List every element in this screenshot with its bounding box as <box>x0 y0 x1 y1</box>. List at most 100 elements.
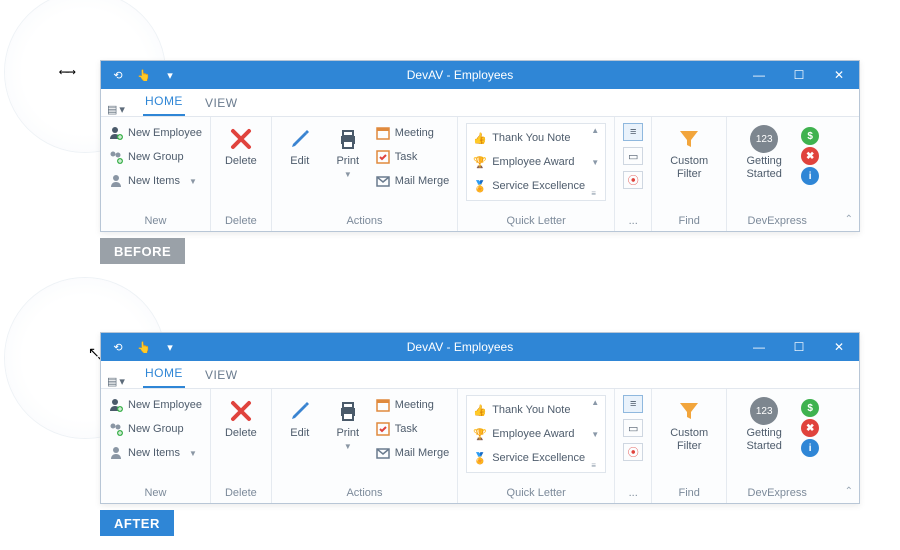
new-items-button[interactable]: New Items ▼ <box>109 171 202 191</box>
quickletter-gallery[interactable]: 👍Thank You Note 🏆Employee Award 🏅Service… <box>466 395 606 473</box>
gallery-expand-icon[interactable]: ≡ <box>591 189 603 198</box>
scroll-up-icon[interactable]: ▲ <box>591 126 603 135</box>
task-check-icon <box>376 422 390 436</box>
layout-icon[interactable]: ▤ <box>107 375 117 388</box>
task-button[interactable]: Task <box>376 419 449 439</box>
card-icon: ▭ <box>628 422 638 435</box>
group-add-icon <box>109 150 123 164</box>
tab-view[interactable]: VIEW <box>203 92 240 116</box>
scroll-down-icon[interactable]: ▼ <box>591 430 603 439</box>
group-quickletter: 👍Thank You Note 🏆Employee Award 🏅Service… <box>458 389 615 503</box>
window-title: DevAV - Employees <box>181 340 739 354</box>
chevron-down-icon[interactable]: ▾ <box>119 375 125 388</box>
pencil-icon <box>286 125 314 153</box>
print-button[interactable]: Print▼ <box>328 123 368 182</box>
getting-started-button[interactable]: 123Getting Started <box>735 395 793 454</box>
close-button[interactable]: ✕ <box>819 61 859 89</box>
list-icon: ≡ <box>630 126 636 138</box>
delete-x-icon <box>227 125 255 153</box>
badge-123-icon: 123 <box>750 397 778 425</box>
meeting-button[interactable]: Meeting <box>376 123 449 143</box>
service-excellence[interactable]: 🏅Service Excellence <box>473 176 587 196</box>
quickletter-gallery[interactable]: 👍Thank You Note 🏆Employee Award 🏅Service… <box>466 123 606 201</box>
custom-filter-button[interactable]: Custom Filter <box>660 395 718 454</box>
thank-you-note[interactable]: 👍Thank You Note <box>473 128 587 148</box>
employee-award[interactable]: 🏆Employee Award <box>473 152 587 172</box>
getting-started-button[interactable]: 123 Getting Started <box>735 123 793 182</box>
maximize-button[interactable]: ☐ <box>779 61 819 89</box>
service-excellence[interactable]: 🏅Service Excellence <box>473 448 587 468</box>
new-employee-button[interactable]: New Employee <box>109 395 202 415</box>
group-actions-label: Actions <box>346 211 382 231</box>
tab-view[interactable]: VIEW <box>203 364 240 388</box>
new-items-label: New Items <box>128 175 180 187</box>
trophy-icon: 🏆 <box>473 427 487 441</box>
edit-button[interactable]: Edit <box>280 123 320 170</box>
group-delete-label: Delete <box>225 211 257 231</box>
new-group-button[interactable]: New Group <box>109 147 202 167</box>
meeting-label: Meeting <box>395 127 434 139</box>
touch-mode-icon[interactable]: 👆 <box>133 65 155 85</box>
gallery-expand-icon[interactable]: ≡ <box>591 461 603 470</box>
collapse-ribbon-icon[interactable]: ⌃ <box>845 486 853 497</box>
layout-icon[interactable]: ▤ <box>107 103 117 116</box>
minimize-button[interactable]: — <box>739 61 779 89</box>
scroll-down-icon[interactable]: ▼ <box>591 158 603 167</box>
view-card-button[interactable]: ▭ <box>623 147 643 165</box>
support-icon[interactable]: $ <box>801 127 819 145</box>
badge-123-icon: 123 <box>750 125 778 153</box>
mailmerge-button[interactable]: Mail Merge <box>376 171 449 191</box>
group-quickletter: 👍Thank You Note 🏆Employee Award 🏅Service… <box>458 117 615 231</box>
view-card-button[interactable]: ▭ <box>623 419 643 437</box>
task-button[interactable]: Task <box>376 147 449 167</box>
back-icon[interactable]: ⟲ <box>107 65 129 85</box>
delete-button[interactable]: Delete <box>219 123 263 170</box>
delete-button[interactable]: Delete <box>219 395 263 442</box>
badge-after: AFTER <box>100 510 174 536</box>
employee-award[interactable]: 🏆Employee Award <box>473 424 587 444</box>
view-list-button[interactable]: ≡ <box>623 123 643 141</box>
new-items-button[interactable]: New Items▼ <box>109 443 202 463</box>
feedback-icon[interactable]: ✖ <box>801 419 819 437</box>
tab-home[interactable]: HOME <box>143 362 185 388</box>
custom-filter-button[interactable]: Custom Filter <box>660 123 718 182</box>
view-list-button[interactable]: ≡ <box>623 395 643 413</box>
person-add-icon <box>109 126 123 140</box>
info-icon[interactable]: i <box>801 439 819 457</box>
group-quickletter-label: Quick Letter <box>507 211 566 231</box>
edit-button[interactable]: Edit <box>280 395 320 442</box>
maximize-button[interactable]: ☐ <box>779 333 819 361</box>
back-icon[interactable]: ⟲ <box>107 337 129 357</box>
close-button[interactable]: ✕ <box>819 333 859 361</box>
collapse-ribbon-icon[interactable]: ⌃ <box>845 214 853 225</box>
feedback-icon[interactable]: ✖ <box>801 147 819 165</box>
support-icon[interactable]: $ <box>801 399 819 417</box>
qat-dropdown-icon[interactable]: ▾ <box>159 337 181 357</box>
calendar-icon <box>376 398 390 412</box>
pin-icon: ⦿ <box>628 444 639 460</box>
view-map-button[interactable]: ⦿ <box>623 443 643 461</box>
group-new: New Employee New Group New Items ▼ New <box>101 117 211 231</box>
new-employee-button[interactable]: New Employee <box>109 123 202 143</box>
thank-you-note[interactable]: 👍Thank You Note <box>473 400 587 420</box>
qat-dropdown-icon[interactable]: ▾ <box>159 65 181 85</box>
chevron-down-icon[interactable]: ▾ <box>119 103 125 116</box>
info-icon[interactable]: i <box>801 167 819 185</box>
minimize-button[interactable]: — <box>739 333 779 361</box>
group-ellipsis-label: ... <box>629 211 638 231</box>
scroll-up-icon[interactable]: ▲ <box>591 398 603 407</box>
print-button[interactable]: Print▼ <box>328 395 368 454</box>
task-check-icon <box>376 150 390 164</box>
ribbon-tabs: ▤▾ HOME VIEW <box>101 89 859 117</box>
group-find: Custom Filter Find <box>652 389 727 503</box>
card-icon: ▭ <box>628 150 638 163</box>
view-map-button[interactable]: ⦿ <box>623 171 643 189</box>
new-group-button[interactable]: New Group <box>109 419 202 439</box>
meeting-button[interactable]: Meeting <box>376 395 449 415</box>
tab-home[interactable]: HOME <box>143 90 185 116</box>
mailmerge-button[interactable]: Mail Merge <box>376 443 449 463</box>
group-new: New Employee New Group New Items▼ New <box>101 389 211 503</box>
touch-mode-icon[interactable]: 👆 <box>133 337 155 357</box>
custom-filter-label: Custom Filter <box>666 155 712 180</box>
funnel-icon <box>675 125 703 153</box>
